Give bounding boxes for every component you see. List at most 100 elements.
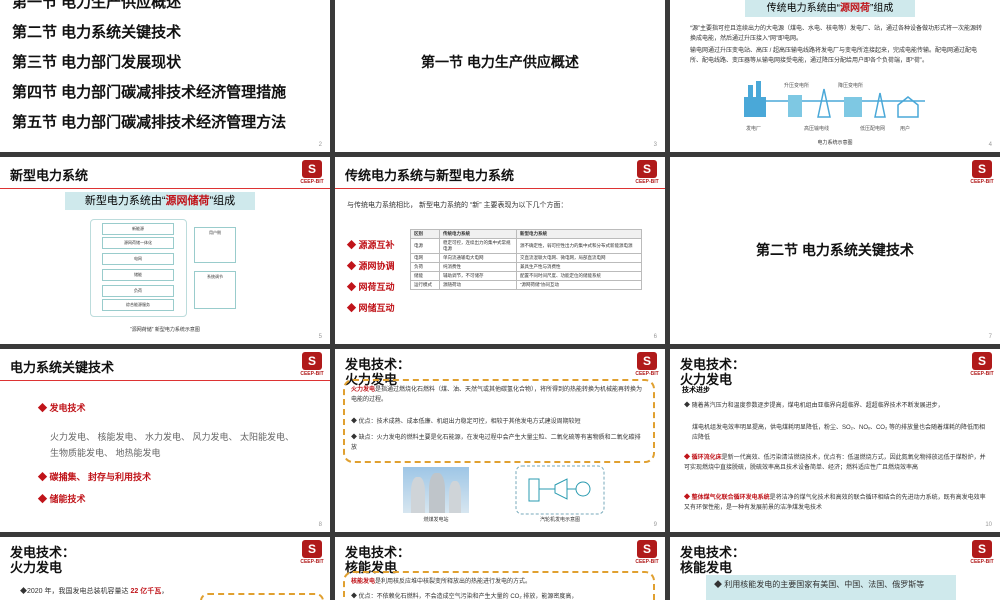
diagram-box-7: 用户侧 bbox=[194, 227, 236, 263]
bullet-item: ◆ 储能技术 bbox=[38, 494, 86, 504]
ceep-logo: S CEEP-BIT bbox=[300, 540, 324, 565]
slide-title: 发电技术： 火力发电 bbox=[680, 357, 746, 387]
slide-thumbnail-11[interactable]: 发电技术： 核能发电 S CEEP-BIT 核能发电是利用核反应堆中核裂变所释放出… bbox=[335, 537, 665, 600]
paragraph-2: 煤电机组发电效率明显提高，供电煤耗明显降低，粉尘、SO₂、NOₓ、CO₂ 等的排… bbox=[692, 425, 985, 441]
table-row: 负荷 纯消费性 兼具生产性与消费性 bbox=[410, 262, 642, 272]
slide-thumbnail-5[interactable]: 传统电力系统与新型电力系统 S CEEP-BIT 与传统电力系统相比， 新型电力系… bbox=[335, 157, 665, 344]
diagram-caption: “源网荷储” 新型电力系统示意图 bbox=[130, 327, 200, 333]
diagram-box-4: 储能 bbox=[102, 269, 174, 281]
paragraph-1: ◆2020 年，我国发电总装机容量达 22 亿千瓦， bbox=[20, 588, 169, 595]
countries-text: ◆ 利用核能发电的主要国家有美国、中国、法国、俄罗斯等 bbox=[714, 580, 925, 589]
bullet-item: ◆ 网荷互动 bbox=[347, 282, 395, 292]
slide-thumbnail-6[interactable]: S CEEP-BIT 第二节 电力系统关键技术 7 bbox=[670, 157, 1000, 344]
bullet-item: ◆ 碳捕集、 封存与利用技术 bbox=[38, 472, 152, 482]
slide-thumbnail-10[interactable]: 发电技术： 火力发电 S CEEP-BIT ◆2020 年，我国发电总装机容量达 … bbox=[0, 537, 330, 600]
ceep-logo: S CEEP-BIT bbox=[970, 352, 994, 377]
page-number: 9 bbox=[653, 522, 657, 528]
diagram-label-5: 低压配电网 bbox=[860, 125, 885, 132]
slide-thumbnail-3[interactable]: 传统电力系统由“源网荷”组成 “源”主要指可控且连续出力的大电源（煤电、水电、核… bbox=[670, 0, 1000, 152]
logo-icon: S bbox=[637, 540, 657, 558]
slide-thumbnail-7[interactable]: 电力系统关键技术 S CEEP-BIT ◆ 发电技术 火力发电、 核能发电、 水力… bbox=[0, 349, 330, 532]
diagram-box-6: 综合能源服务 bbox=[102, 299, 174, 311]
bullet-list: ◆ 源源互补 ◆ 源网协调 ◆ 网荷互动 ◆ 网储互动 bbox=[347, 235, 402, 319]
slide-thumbnail-12[interactable]: 发电技术： 核能发电 S CEEP-BIT ◆ 利用核能发电的主要国家有美国、中国… bbox=[670, 537, 1000, 600]
diagram-label-1: 发电厂 bbox=[746, 125, 761, 132]
ceep-logo: S CEEP-BIT bbox=[970, 160, 994, 185]
table-header-cell: 新型电力系统 bbox=[516, 229, 642, 239]
definition-text: 核能发电是利用核反应堆中核裂变所释放出的热能进行发电的方式。 bbox=[351, 579, 532, 585]
slide-header: 电力系统关键技术 S CEEP-BIT bbox=[0, 349, 330, 379]
paragraph-1: ◆ 随着蒸汽压力和温度参数逐步提高，煤电机组由亚临界向超临界、超超临界技术不断发… bbox=[684, 403, 944, 409]
diagram-box-2: 源网荷储一体化 bbox=[102, 237, 174, 249]
page-number: 8 bbox=[318, 522, 322, 528]
toc-item-4: 第四节 电力部门碳减排技术经济管理措施 bbox=[12, 84, 287, 101]
table-row: 电源 稳定可控，连续出力的集中式常规电源 源不确定性，弱可控性出力的集中式和分布式新… bbox=[410, 238, 642, 254]
slide-title: 新型电力系统 bbox=[10, 168, 89, 183]
page-number: 2 bbox=[318, 142, 322, 148]
paragraph-grid: 输电网通过升压变电站、高压 / 超高压输电线路将发电厂与变电所连接起来，完成电能… bbox=[690, 48, 978, 64]
pros-text: ◆ 优点：技术成熟、成本低廉、机组出力稳定可控，相较于其他发电方式建设周期较短 bbox=[351, 419, 581, 425]
slide-header: 发电技术： 火力发电 S CEEP-BIT bbox=[335, 349, 665, 387]
diagram-box-5: 负荷 bbox=[102, 285, 174, 297]
header-divider bbox=[335, 188, 665, 189]
table-row: 储能 辅助调节，不可储存 配置不同时间尺度、功能定位的储能系统 bbox=[410, 271, 642, 281]
slide-thumbnail-1[interactable]: 第一节 电力生产供应概述 第二节 电力系统关键技术 第三节 电力部门发展现状 第… bbox=[0, 0, 330, 152]
bullet-item: ◆ 发电技术 bbox=[38, 403, 86, 413]
ceep-logo: S CEEP-BIT bbox=[635, 160, 659, 185]
diagram-label-2: 升压变电所 bbox=[784, 82, 809, 89]
slide-thumbnail-9[interactable]: 发电技术： 火力发电 S CEEP-BIT 技术进步 ◆ 随着蒸汽压力和温度参数逐… bbox=[670, 349, 1000, 532]
slide-thumbnail-2[interactable]: 第一节 电力生产供应概述 3 bbox=[335, 0, 665, 152]
slide-thumbnail-8[interactable]: 发电技术： 火力发电 S CEEP-BIT 火力发电是指通过燃烧化石燃料（煤、油、… bbox=[335, 349, 665, 532]
table-header-row: 区别 传统电力系统 新型电力系统 bbox=[410, 229, 642, 239]
slide-title: 发电技术： 核能发电 bbox=[680, 545, 746, 575]
cons-text: ◆ 缺点：火力发电的燃料主要是化石能源，在发电过程中会产生大量尘粒、二氧化硫等有… bbox=[351, 435, 641, 451]
slide-title: 电力系统关键技术 bbox=[10, 360, 115, 375]
paragraph-3: ◆ 循环流化床是新一代高效、低污染清洁燃烧技术，优点有：低温燃烧方式，因此氮氧化… bbox=[684, 455, 986, 471]
logo-icon: S bbox=[972, 540, 992, 558]
header-divider bbox=[0, 380, 330, 381]
bullet-item: ◆ 源网协调 bbox=[347, 261, 395, 271]
diagram-box-3: 电网 bbox=[102, 253, 174, 265]
slide-header: 发电技术： 核能发电 S CEEP-BIT bbox=[335, 537, 665, 575]
power-system-diagram: 发电厂 升压变电所 降压变电所 高压输电线 低压配电网 用户 bbox=[744, 81, 925, 132]
bullet-item: ◆ 源源互补 bbox=[347, 240, 395, 250]
paragraph-source: “源”主要指可控且连续出力的大电源（煤电、水电、核电等）发电厂、站，通过各种设备… bbox=[690, 26, 982, 42]
section-title: 第二节 电力系统关键技术 bbox=[756, 242, 914, 258]
page-number: 7 bbox=[988, 334, 992, 340]
system-diagram: 新能源 源网荷储一体化 电网 储能 负荷 综合能源服务 用户侧 系统调节 bbox=[90, 219, 240, 319]
comparison-table: 区别 传统电力系统 新型电力系统 电源 稳定可控，连续出力的集中式常规电源 源不确定… bbox=[410, 229, 642, 290]
toc-item-5: 第五节 电力部门碳减排技术经济管理方法 bbox=[12, 114, 287, 131]
table-row: 电网 单向流通输电大电网 交直流混联大电网、微电网，局部直流电网 bbox=[410, 253, 642, 263]
logo-icon: S bbox=[972, 352, 992, 370]
power-station-photo bbox=[403, 467, 469, 513]
page-number: 4 bbox=[988, 142, 992, 148]
generation-list: 火力发电、 核能发电、 水力发电、 风力发电、 太阳能发电、 生物质能发电、 地… bbox=[50, 432, 295, 458]
slide-title: 传统电力系统与新型电力系统 bbox=[345, 168, 515, 183]
slide-header: 发电技术： 火力发电 S CEEP-BIT bbox=[670, 349, 1000, 387]
ceep-logo: S CEEP-BIT bbox=[970, 540, 994, 565]
slide-title: 发电技术： 火力发电 bbox=[10, 545, 76, 575]
turbine-diagram bbox=[515, 465, 605, 515]
table-header-cell: 传统电力系统 bbox=[439, 229, 517, 239]
logo-icon: S bbox=[637, 352, 657, 370]
diagram-label-4: 高压输电线 bbox=[804, 125, 829, 132]
page-number: 5 bbox=[318, 334, 322, 340]
diagram-label-6: 用户 bbox=[900, 125, 910, 132]
ceep-logo: S CEEP-BIT bbox=[300, 352, 324, 377]
logo-icon: S bbox=[972, 160, 992, 178]
slide-thumbnail-4[interactable]: 新型电力系统 S CEEP-BIT 新型电力系统由“源网储荷”组成 新能源 源网荷… bbox=[0, 157, 330, 344]
callout-box bbox=[200, 593, 324, 600]
photo-caption: 燃煤发电站 bbox=[423, 517, 449, 523]
toc-item-1: 第一节 电力生产供应概述 bbox=[12, 0, 182, 11]
definition-text: 火力发电是指通过燃烧化石燃料（煤、油、天然气或其他碳氢化合物），将所得到的热能转… bbox=[351, 387, 643, 403]
diagram-label-3: 降压变电所 bbox=[838, 82, 863, 89]
paragraph-4: ◆ 整体煤气化联合循环发电系统是将洁净的煤气化技术和高效的联合循环相结合的先进动… bbox=[684, 495, 986, 511]
header-divider bbox=[0, 188, 330, 189]
toc-item-3: 第三节 电力部门发展现状 bbox=[12, 54, 182, 71]
intro-text: 与传统电力系统相比， 新型电力系统的 “新” 主要表现为以下几个方面： bbox=[347, 202, 568, 209]
ceep-logo: S CEEP-BIT bbox=[300, 160, 324, 185]
diagram-caption: 汽轮机发电示意图 bbox=[539, 517, 580, 523]
slide-header: 发电技术： 火力发电 S CEEP-BIT bbox=[0, 537, 330, 575]
section-title: 第一节 电力生产供应概述 bbox=[421, 54, 579, 70]
toc-item-2: 第二节 电力系统关键技术 bbox=[12, 24, 182, 41]
